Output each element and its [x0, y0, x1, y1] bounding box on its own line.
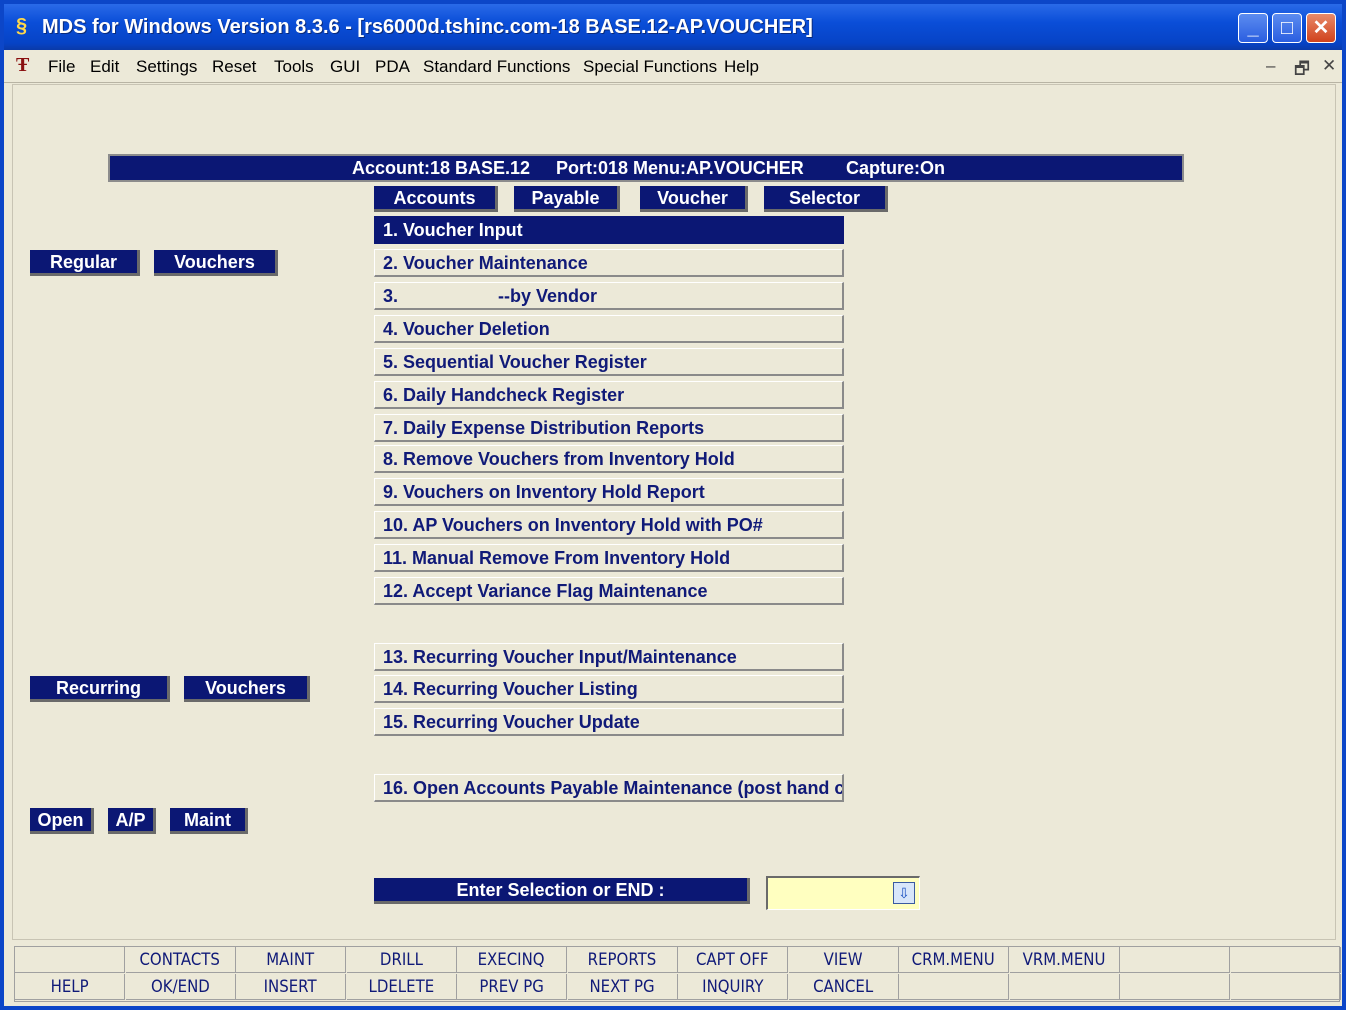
selection-prompt: Enter Selection or END :	[374, 878, 750, 904]
label-recurring: Recurring	[30, 676, 170, 702]
menu-option-4[interactable]: 4. Voucher Deletion	[374, 315, 844, 343]
fkey-reports-r1c6[interactable]: REPORTS	[567, 947, 678, 973]
maximize-button[interactable]: □	[1272, 13, 1302, 43]
fkey-empty-r2c12	[1230, 974, 1341, 1000]
fkey-label: OK/END	[150, 977, 210, 997]
fkey-execinq-r1c5[interactable]: EXECINQ	[457, 947, 567, 973]
fkey-inquiry-r2c7[interactable]: INQUIRY	[678, 974, 788, 1000]
fkey-label: VIEW	[823, 950, 863, 970]
fkey-empty-r1c1	[15, 947, 125, 973]
mdi-close-button[interactable]: ✕	[1322, 56, 1336, 76]
label-regular: Regular	[30, 250, 140, 276]
port-menu-label: Port:018 Menu:AP.VOUCHER	[556, 158, 804, 178]
fkey-prev-pg-r2c5[interactable]: PREV PG	[457, 974, 567, 1000]
menu-option-3[interactable]: 3. --by Vendor	[374, 282, 844, 310]
session-header: Account:18 BASE.12 Port:018 Menu:AP.VOUC…	[108, 154, 1184, 182]
label-voucher: Voucher	[640, 186, 748, 212]
menu-file[interactable]: File	[48, 57, 75, 77]
mds-logo-icon: Ŧ	[16, 54, 30, 76]
fkey-empty-r1c11	[1120, 947, 1230, 973]
menu-option-12[interactable]: 12. Accept Variance Flag Maintenance	[374, 577, 844, 605]
minimize-button[interactable]: _	[1238, 13, 1268, 43]
menu-pda[interactable]: PDA	[375, 57, 410, 77]
account-label: Account:18 BASE.12	[352, 158, 531, 178]
label-ap: A/P	[108, 808, 156, 834]
menu-option-6[interactable]: 6. Daily Handcheck Register	[374, 381, 844, 409]
menu-help[interactable]: Help	[724, 57, 759, 77]
fkey-crm-menu-r1c9[interactable]: CRM.MENU	[899, 947, 1009, 973]
fkey-label: VRM.MENU	[1022, 950, 1106, 970]
fkey-vrm-menu-r1c10[interactable]: VRM.MENU	[1009, 947, 1120, 973]
fkey-ok-end-r2c2[interactable]: OK/END	[125, 974, 236, 1000]
fkey-capt-off-r1c7[interactable]: CAPT OFF	[678, 947, 788, 973]
menu-standard-functions[interactable]: Standard Functions	[423, 57, 570, 77]
label-open: Open	[30, 808, 94, 834]
menu-tools[interactable]: Tools	[274, 57, 314, 77]
fkey-label: CAPT OFF	[696, 950, 769, 970]
application-window: § MDS for Windows Version 8.3.6 - [rs600…	[4, 4, 1342, 1006]
fkey-view-r1c8[interactable]: VIEW	[788, 947, 899, 973]
menu-bar: Ŧ File Edit Settings Reset Tools GUI PDA…	[4, 50, 1342, 83]
menu-option-10[interactable]: 10. AP Vouchers on Inventory Hold with P…	[374, 511, 844, 539]
menu-option-8[interactable]: 8. Remove Vouchers from Inventory Hold	[374, 445, 844, 473]
fkey-ldelete-r2c4[interactable]: LDELETE	[346, 974, 457, 1000]
fkey-empty-r2c10	[1009, 974, 1120, 1000]
fkey-label: LDELETE	[368, 977, 434, 997]
menu-option-14[interactable]: 14. Recurring Voucher Listing	[374, 675, 844, 703]
menu-option-11[interactable]: 11. Manual Remove From Inventory Hold	[374, 544, 844, 572]
fkey-next-pg-r2c6[interactable]: NEXT PG	[567, 974, 678, 1000]
menu-gui[interactable]: GUI	[330, 57, 360, 77]
fkey-label: EXECINQ	[478, 950, 545, 970]
fkey-label: CRM.MENU	[911, 950, 995, 970]
fkey-empty-r2c9	[899, 974, 1009, 1000]
label-selector: Selector	[764, 186, 888, 212]
label-maint: Maint	[170, 808, 248, 834]
fkey-label: INQUIRY	[701, 977, 764, 997]
selection-input[interactable]	[772, 882, 894, 906]
label-vouchers-regular: Vouchers	[154, 250, 278, 276]
dropdown-arrow-icon[interactable]: ⇩	[893, 882, 915, 904]
fkey-label: DRILL	[379, 950, 423, 970]
fkey-label: NEXT PG	[589, 977, 655, 997]
fkey-cancel-r2c8[interactable]: CANCEL	[788, 974, 899, 1000]
menu-option-2[interactable]: 2. Voucher Maintenance	[374, 249, 844, 277]
mdi-minimize-button[interactable]: –	[1266, 56, 1275, 76]
selection-field[interactable]: ⇩	[766, 876, 920, 910]
title-bar[interactable]: § MDS for Windows Version 8.3.6 - [rs600…	[4, 4, 1342, 50]
fkey-label: HELP	[50, 977, 89, 997]
menu-option-13[interactable]: 13. Recurring Voucher Input/Maintenance	[374, 643, 844, 671]
mdi-restore-button[interactable]: 🗗	[1294, 56, 1310, 85]
menu-edit[interactable]: Edit	[90, 57, 119, 77]
menu-reset[interactable]: Reset	[212, 57, 256, 77]
menu-option-9[interactable]: 9. Vouchers on Inventory Hold Report	[374, 478, 844, 506]
label-payable: Payable	[514, 186, 620, 212]
fkey-label: MAINT	[266, 950, 315, 970]
menu-option-15[interactable]: 15. Recurring Voucher Update	[374, 708, 844, 736]
fkey-label: CONTACTS	[139, 950, 221, 970]
window-title: MDS for Windows Version 8.3.6 - [rs6000d…	[42, 16, 813, 38]
fkey-label: INSERT	[263, 977, 317, 997]
label-vouchers-recurring: Vouchers	[184, 676, 310, 702]
fkey-label: REPORTS	[587, 950, 657, 970]
close-button[interactable]: ✕	[1306, 13, 1336, 43]
fkey-help-r2c1[interactable]: HELP	[15, 974, 125, 1000]
fkey-label: PREV PG	[479, 977, 544, 997]
fkey-maint-r1c3[interactable]: MAINT	[236, 947, 346, 973]
fkey-empty-r1c12	[1230, 947, 1341, 973]
function-key-bar: CONTACTS MAINT DRILL EXECINQ REPORTS CAPT OFF…	[14, 946, 1341, 1002]
label-accounts: Accounts	[374, 186, 498, 212]
fkey-contacts-r1c2[interactable]: CONTACTS	[125, 947, 236, 973]
menu-settings[interactable]: Settings	[136, 57, 197, 77]
menu-special-functions[interactable]: Special Functions	[583, 57, 717, 77]
fkey-label: CANCEL	[812, 977, 874, 997]
menu-option-1[interactable]: 1. Voucher Input	[374, 216, 844, 244]
menu-option-7[interactable]: 7. Daily Expense Distribution Reports	[374, 414, 844, 442]
menu-option-5[interactable]: 5. Sequential Voucher Register	[374, 348, 844, 376]
menu-option-16[interactable]: 16. Open Accounts Payable Maintenance (p…	[374, 774, 844, 802]
fkey-drill-r1c4[interactable]: DRILL	[346, 947, 457, 973]
capture-label: Capture:On	[846, 158, 945, 178]
app-logo-icon: §	[16, 15, 28, 37]
fkey-empty-r2c11	[1120, 974, 1230, 1000]
fkey-insert-r2c3[interactable]: INSERT	[236, 974, 346, 1000]
